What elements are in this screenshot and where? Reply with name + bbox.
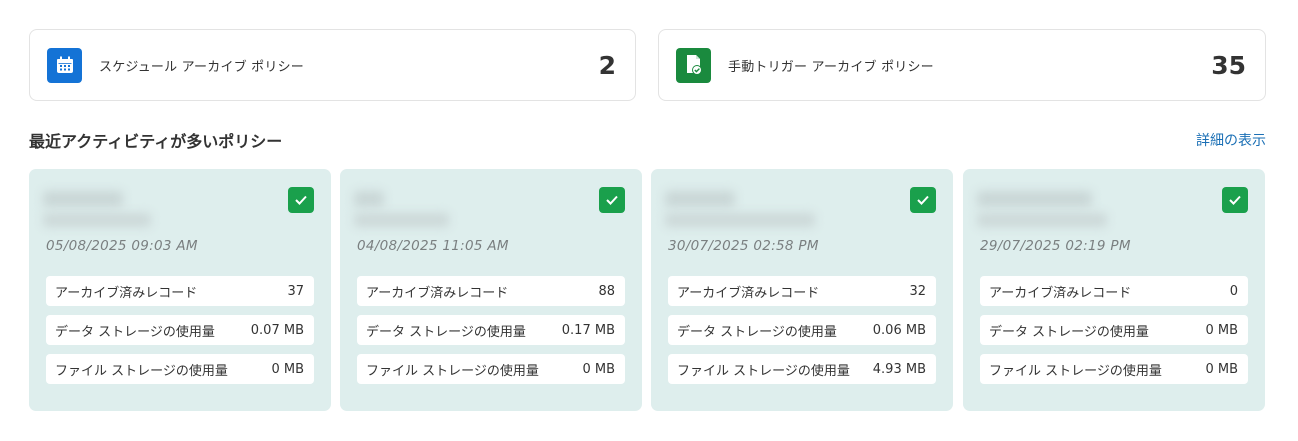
metric-label: ファイル ストレージの使用量 <box>677 363 850 379</box>
check-icon <box>599 187 625 213</box>
metric-value: 0 MB <box>271 361 304 377</box>
metric-data-storage: データ ストレージの使用量 0 MB <box>980 315 1248 345</box>
section-title: 最近アクティビティが多いポリシー <box>29 132 283 151</box>
policy-name-redacted <box>665 191 735 207</box>
policy-name-redacted <box>977 191 1092 207</box>
metric-value: 0 MB <box>1205 361 1238 377</box>
policy-subtitle-redacted <box>354 213 449 227</box>
metric-value: 0 MB <box>582 361 615 377</box>
metric-label: データ ストレージの使用量 <box>366 324 526 340</box>
metric-label: データ ストレージの使用量 <box>55 324 215 340</box>
metric-value: 32 <box>909 283 926 299</box>
metric-data-storage: データ ストレージの使用量 0.06 MB <box>668 315 936 345</box>
metric-label: アーカイブ済みレコード <box>55 285 198 301</box>
metric-value: 0 <box>1229 283 1238 299</box>
metric-archived-records: アーカイブ済みレコード 88 <box>357 276 625 306</box>
metric-file-storage: ファイル ストレージの使用量 0 MB <box>357 354 625 384</box>
metric-archived-records: アーカイブ済みレコード 37 <box>46 276 314 306</box>
metric-label: ファイル ストレージの使用量 <box>55 363 228 379</box>
metric-value: 0.17 MB <box>561 322 615 338</box>
policy-subtitle-redacted <box>977 213 1107 227</box>
check-icon <box>288 187 314 213</box>
metric-archived-records: アーカイブ済みレコード 0 <box>980 276 1248 306</box>
metric-file-storage: ファイル ストレージの使用量 4.93 MB <box>668 354 936 384</box>
check-icon <box>910 187 936 213</box>
metric-label: アーカイブ済みレコード <box>677 285 820 301</box>
metric-value: 37 <box>287 283 304 299</box>
summary-label: スケジュール アーカイブ ポリシー <box>99 59 304 75</box>
policy-date: 30/07/2025 02:58 PM <box>668 238 819 254</box>
metric-file-storage: ファイル ストレージの使用量 0 MB <box>980 354 1248 384</box>
metric-value: 88 <box>598 283 615 299</box>
policy-card[interactable]: 05/08/2025 09:03 AM アーカイブ済みレコード 37 データ ス… <box>29 169 331 411</box>
policy-subtitle-redacted <box>665 213 815 227</box>
check-icon <box>1222 187 1248 213</box>
policy-subtitle-redacted <box>43 213 151 227</box>
metric-file-storage: ファイル ストレージの使用量 0 MB <box>46 354 314 384</box>
policy-card[interactable]: 30/07/2025 02:58 PM アーカイブ済みレコード 32 データ ス… <box>651 169 953 411</box>
view-details-link[interactable]: 詳細の表示 <box>1196 130 1266 150</box>
policy-name-redacted <box>43 191 123 207</box>
policy-card[interactable]: 04/08/2025 11:05 AM アーカイブ済みレコード 88 データ ス… <box>340 169 642 411</box>
metric-label: ファイル ストレージの使用量 <box>989 363 1162 379</box>
metric-value: 4.93 MB <box>872 361 926 377</box>
summary-card-manual[interactable]: 手動トリガー アーカイブ ポリシー 35 <box>658 29 1266 101</box>
policy-name-redacted <box>354 191 384 207</box>
policy-date: 29/07/2025 02:19 PM <box>980 238 1131 254</box>
metric-label: データ ストレージの使用量 <box>989 324 1149 340</box>
metric-value: 0 MB <box>1205 322 1238 338</box>
metric-label: データ ストレージの使用量 <box>677 324 837 340</box>
policy-date: 05/08/2025 09:03 AM <box>46 238 198 254</box>
policy-date: 04/08/2025 11:05 AM <box>357 238 509 254</box>
policy-card[interactable]: 29/07/2025 02:19 PM アーカイブ済みレコード 0 データ スト… <box>963 169 1265 411</box>
metric-data-storage: データ ストレージの使用量 0.07 MB <box>46 315 314 345</box>
summary-card-scheduled[interactable]: スケジュール アーカイブ ポリシー 2 <box>29 29 636 101</box>
summary-count: 35 <box>1211 50 1246 80</box>
calendar-icon <box>47 47 82 83</box>
metric-label: アーカイブ済みレコード <box>366 285 509 301</box>
metric-value: 0.06 MB <box>872 322 926 338</box>
metric-value: 0.07 MB <box>250 322 304 338</box>
metric-data-storage: データ ストレージの使用量 0.17 MB <box>357 315 625 345</box>
metric-archived-records: アーカイブ済みレコード 32 <box>668 276 936 306</box>
summary-count: 2 <box>598 50 616 80</box>
metric-label: アーカイブ済みレコード <box>989 285 1132 301</box>
document-check-icon <box>676 47 711 83</box>
summary-label: 手動トリガー アーカイブ ポリシー <box>728 59 934 75</box>
metric-label: ファイル ストレージの使用量 <box>366 363 539 379</box>
